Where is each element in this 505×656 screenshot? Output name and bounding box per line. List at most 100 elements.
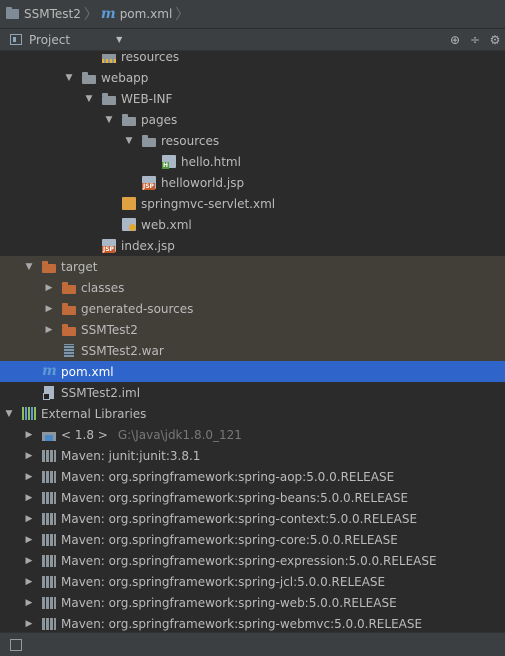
module-file-icon [43,386,54,400]
tree-row[interactable]: ▶ Maven: org.springframework:spring-web:5… [0,592,505,613]
settings-icon[interactable]: ⚙ [485,29,505,50]
tree-row[interactable]: ▶ Maven: org.springframework:spring-beans… [0,487,505,508]
expand-arrow-closed-icon[interactable]: ▶ [24,430,34,440]
tree-item-label: SSMTest2 [81,322,138,337]
tree-item-label: Maven: org.springframework:spring-beans:… [61,490,409,505]
chevron-down-icon[interactable]: ▼ [116,35,122,44]
expand-arrow-closed-icon[interactable]: ▶ [44,304,54,314]
tree-item-label: springmvc-servlet.xml [141,196,276,211]
maven-file-icon: m [100,6,116,22]
tree-row[interactable]: ▼ WEB-INF [0,88,505,109]
collapse-all-icon[interactable]: ÷ [465,29,485,50]
expand-arrow-open-icon[interactable]: ▼ [104,115,114,125]
project-view-selector[interactable]: Project [29,33,70,47]
tree-row[interactable]: ▶ SSMTest2 [0,319,505,340]
tree-row[interactable]: resources [0,50,505,67]
tree-item-label: External Libraries [41,406,147,421]
tool-windows-toggle-icon[interactable] [10,638,22,651]
tree-item-label: pages [141,112,178,127]
library-jar-icon [42,470,56,483]
spring-xml-file-icon [122,197,136,210]
tree-item-label: webapp [101,70,149,85]
tree-row[interactable]: ▶ < 1.8 > G:\Java\jdk1.8.0_121 [0,424,505,445]
tree-item-label: index.jsp [121,238,175,253]
expand-arrow-closed-icon[interactable]: ▶ [24,535,34,545]
folder-icon [102,92,116,105]
excluded-folder-icon [62,323,76,336]
tree-row[interactable]: Hhello.html [0,151,505,172]
tree-row[interactable]: ▼ pages [0,109,505,130]
library-jar-icon [42,554,56,567]
war-archive-icon [64,344,74,357]
library-jar-icon [42,596,56,609]
tree-item-label: web.xml [141,217,192,232]
tree-item-label: SSMTest2.iml [61,385,141,400]
tree-row[interactable]: SSMTest2.war [0,340,505,361]
tree-row[interactable]: m pom.xml [0,361,505,382]
tree-item-label: classes [81,280,125,295]
tree-row[interactable]: ▼ target [0,256,505,277]
expand-arrow-closed-icon[interactable]: ▶ [24,472,34,482]
library-jar-icon [42,533,56,546]
tree-item-label: SSMTest2.war [81,343,164,358]
jsp-file-icon: JSP [102,239,116,253]
expand-arrow-closed-icon[interactable]: ▶ [24,598,34,608]
breadcrumb-project[interactable]: SSMTest2 [24,7,81,21]
tree-row[interactable]: JSP helloworld.jsp [0,172,505,193]
file-type-badge: JSP [142,183,155,190]
tree-row[interactable]: ▶ Maven: org.springframework:spring-webmv… [0,613,505,632]
expand-arrow-open-icon[interactable]: ▼ [24,262,34,272]
excluded-folder-icon [62,302,76,315]
tree-item-label: < 1.8 > [61,427,108,442]
expand-arrow-open-icon[interactable]: ▼ [124,136,134,146]
tree-row[interactable]: ▼ webapp [0,67,505,88]
project-folder-icon [6,7,19,19]
tree-row[interactable]: ▶ Maven: junit:junit:3.8.1 [0,445,505,466]
library-jar-icon [42,617,56,630]
tree-item-label: Maven: org.springframework:spring-contex… [61,511,418,526]
expand-arrow-closed-icon[interactable]: ▶ [24,493,34,503]
expand-arrow-closed-icon[interactable]: ▶ [44,325,54,335]
expand-arrow-closed-icon[interactable]: ▶ [44,283,54,293]
project-tool-window-header: Project ▼ ⊕ ÷ ⚙ [0,29,505,51]
maven-file-icon: m [42,363,57,379]
library-jar-icon [42,575,56,588]
tree-row[interactable]: ▶ classes [0,277,505,298]
breadcrumb-file[interactable]: pom.xml [120,7,173,21]
expand-arrow-closed-icon[interactable]: ▶ [24,556,34,566]
expand-arrow-closed-icon[interactable]: ▶ [24,451,34,461]
tree-item-label: Maven: org.springframework:spring-jcl:5.… [61,574,386,589]
excluded-folder-icon [62,281,76,294]
tree-row[interactable]: ▶ Maven: org.springframework:spring-conte… [0,508,505,529]
tree-item-label: resources [121,50,180,64]
locate-icon[interactable]: ⊕ [445,29,465,50]
tree-row[interactable]: ▼ External Libraries [0,403,505,424]
expand-arrow-open-icon[interactable]: ▼ [84,94,94,104]
tree-row[interactable]: SSMTest2.iml [0,382,505,403]
expand-arrow-closed-icon[interactable]: ▶ [24,577,34,587]
tree-row[interactable]: ▶ generated-sources [0,298,505,319]
tree-row[interactable]: ▶ Maven: org.springframework:spring-expre… [0,550,505,571]
tree-item-label: pom.xml [61,364,114,379]
resources-folder-icon [102,53,116,63]
tree-row[interactable]: JSP index.jsp [0,235,505,256]
tree-row[interactable]: web.xml [0,214,505,235]
tree-row[interactable]: ▶ Maven: org.springframework:spring-core:… [0,529,505,550]
project-tree[interactable]: resources ▼ webapp ▼ WEB-INF ▼ pages ▼ resources… [0,50,505,632]
expand-arrow-open-icon[interactable]: ▼ [4,409,14,419]
tree-row[interactable]: ▶ Maven: org.springframework:spring-aop:5… [0,466,505,487]
file-type-badge: H [162,162,170,169]
libraries-icon [22,407,36,420]
expand-arrow-closed-icon[interactable]: ▶ [24,619,34,629]
tree-item-label: helloworld.jsp [161,175,245,190]
folder-icon [122,113,136,126]
tree-row[interactable]: springmvc-servlet.xml [0,193,505,214]
expand-arrow-closed-icon[interactable]: ▶ [24,514,34,524]
jdk-path: G:\Java\jdk1.8.0_121 [117,427,242,442]
tree-row[interactable]: ▶ Maven: org.springframework:spring-jcl:5… [0,571,505,592]
expand-arrow-open-icon[interactable]: ▼ [64,73,74,83]
breadcrumb-separator-icon: 〉 [175,7,190,23]
navigation-bar: SSMTest2 〉 m pom.xml 〉 [0,0,505,29]
tree-row[interactable]: ▼ resources [0,130,505,151]
library-jar-icon [42,512,56,525]
